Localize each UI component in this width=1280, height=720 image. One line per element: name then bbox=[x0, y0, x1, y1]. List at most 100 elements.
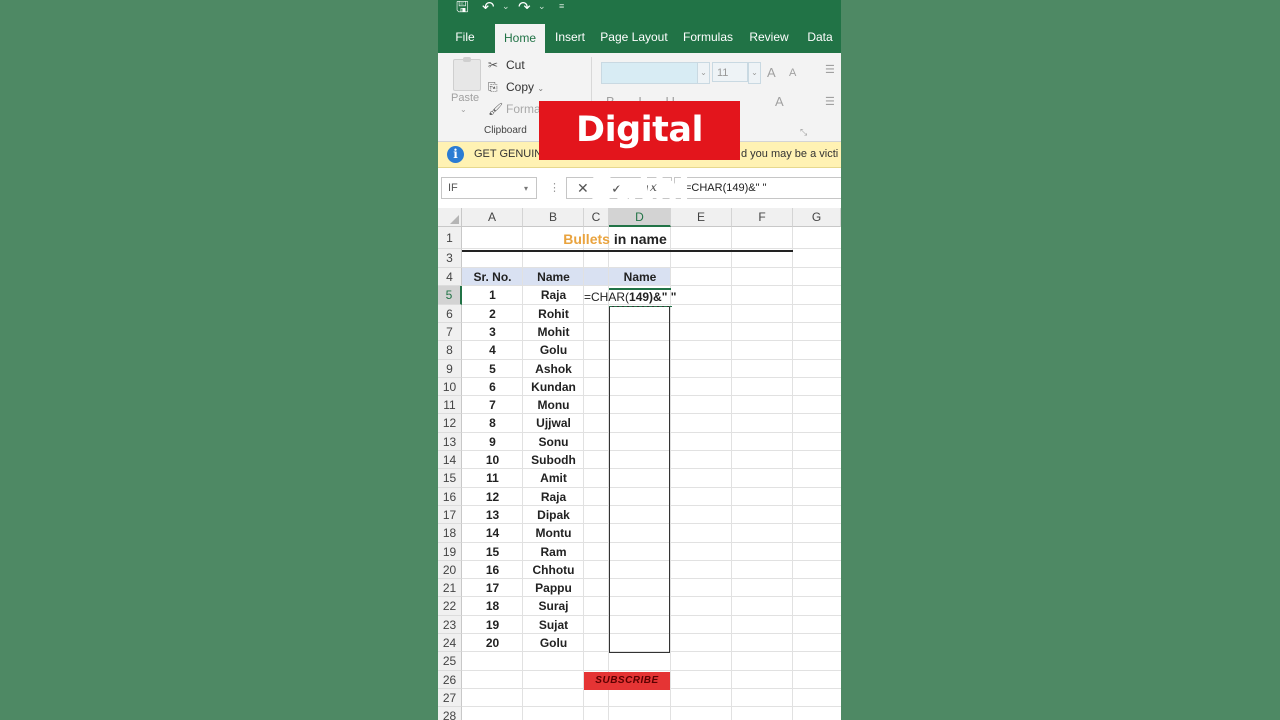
tab-formulas[interactable]: Formulas bbox=[679, 22, 737, 53]
cell-sr-no[interactable]: 10 bbox=[462, 451, 523, 469]
cell-name[interactable]: Monu bbox=[523, 396, 584, 414]
undo-dropdown-icon[interactable]: ⌄ bbox=[502, 1, 510, 12]
header-sr-no[interactable]: Sr. No. bbox=[462, 268, 523, 286]
dialog-launcher-icon[interactable]: ⤡ bbox=[800, 127, 807, 138]
cell-sr-no[interactable]: 1 bbox=[462, 286, 523, 305]
cell-sr-no[interactable]: 12 bbox=[462, 488, 523, 506]
cell-sr-no[interactable]: 3 bbox=[462, 323, 523, 341]
customize-qat-icon[interactable]: ≡ bbox=[559, 1, 564, 11]
font-name-box[interactable] bbox=[601, 62, 700, 84]
name-box[interactable]: IF bbox=[441, 177, 537, 199]
redo-dropdown-icon[interactable]: ⌄ bbox=[538, 1, 546, 12]
tab-home[interactable]: Home bbox=[495, 24, 545, 53]
row-header-11[interactable]: 11 bbox=[438, 396, 462, 414]
cut-button[interactable]: ✂ Cut bbox=[488, 58, 525, 72]
cell-name[interactable]: Subodh bbox=[523, 451, 584, 469]
shrink-font-button[interactable]: A bbox=[789, 67, 796, 79]
cell-sr-no[interactable]: 14 bbox=[462, 524, 523, 543]
cell-name[interactable]: Golu bbox=[523, 341, 584, 360]
redo-icon[interactable]: ↷ bbox=[518, 0, 531, 16]
column-header-a[interactable]: A bbox=[462, 208, 523, 227]
row-header-6[interactable]: 6 bbox=[438, 305, 462, 323]
cell-sr-no[interactable]: 7 bbox=[462, 396, 523, 414]
cell-sr-no[interactable]: 5 bbox=[462, 360, 523, 378]
tab-file[interactable]: File bbox=[448, 22, 482, 53]
cell-name[interactable]: Montu bbox=[523, 524, 584, 543]
cell-name[interactable]: Sujat bbox=[523, 616, 584, 634]
row-header-18[interactable]: 18 bbox=[438, 524, 462, 543]
column-header-b[interactable]: B bbox=[523, 208, 584, 227]
editing-cell-d5[interactable]: =CHAR(149)&" " bbox=[584, 290, 676, 304]
row-header-19[interactable]: 19 bbox=[438, 543, 462, 561]
font-name-dropdown-icon[interactable]: ⌄ bbox=[697, 62, 710, 84]
sheet-title[interactable]: Bullets in name bbox=[462, 229, 768, 249]
row-header-10[interactable]: 10 bbox=[438, 378, 462, 396]
column-header-f[interactable]: F bbox=[732, 208, 793, 227]
tab-insert[interactable]: Insert bbox=[550, 22, 590, 53]
cell-sr-no[interactable]: 9 bbox=[462, 433, 523, 451]
cell-sr-no[interactable]: 4 bbox=[462, 341, 523, 360]
select-all-corner[interactable] bbox=[438, 208, 462, 227]
copy-button[interactable]: ⎘ Copy ⌄ bbox=[488, 80, 544, 95]
cell-sr-no[interactable]: 16 bbox=[462, 561, 523, 579]
cell-name[interactable]: Suraj bbox=[523, 597, 584, 616]
font-size-dropdown-icon[interactable]: ⌄ bbox=[748, 62, 761, 84]
column-header-g[interactable]: G bbox=[793, 208, 841, 227]
row-header-23[interactable]: 23 bbox=[438, 616, 462, 634]
cell-sr-no[interactable]: 20 bbox=[462, 634, 523, 652]
cell-sr-no[interactable]: 6 bbox=[462, 378, 523, 396]
align-top-icon[interactable]: ☰ bbox=[825, 63, 835, 76]
cell-name[interactable]: Kundan bbox=[523, 378, 584, 396]
subscribe-button[interactable]: SUBSCRIBE bbox=[584, 672, 670, 690]
cell-name[interactable]: Rohit bbox=[523, 305, 584, 323]
cell-name[interactable]: Dipak bbox=[523, 506, 584, 524]
row-header-4[interactable]: 4 bbox=[438, 268, 462, 286]
row-header-20[interactable]: 20 bbox=[438, 561, 462, 579]
cell-name[interactable]: Ram bbox=[523, 543, 584, 561]
name-box-dropdown-icon[interactable]: ▾ bbox=[524, 184, 528, 193]
format-painter-button[interactable]: 🖌 Forma bbox=[488, 102, 541, 116]
font-color-button[interactable]: A bbox=[775, 94, 784, 109]
cell-sr-no[interactable]: 11 bbox=[462, 469, 523, 488]
cell-sr-no[interactable]: 8 bbox=[462, 414, 523, 433]
undo-icon[interactable]: ↶ bbox=[482, 0, 495, 16]
row-header-3[interactable]: 3 bbox=[438, 249, 462, 268]
row-header-25[interactable]: 25 bbox=[438, 652, 462, 671]
tab-review[interactable]: Review bbox=[746, 22, 792, 53]
header-name[interactable]: Name bbox=[523, 268, 584, 286]
cell-sr-no[interactable]: 15 bbox=[462, 543, 523, 561]
cell-name[interactable]: Ujjwal bbox=[523, 414, 584, 433]
row-header-17[interactable]: 17 bbox=[438, 506, 462, 524]
cell-name[interactable]: Ashok bbox=[523, 360, 584, 378]
cell-sr-no[interactable]: 13 bbox=[462, 506, 523, 524]
row-header-1[interactable]: 1 bbox=[438, 227, 462, 249]
paste-button[interactable]: Paste bbox=[451, 92, 479, 104]
row-header-28[interactable]: 28 bbox=[438, 707, 462, 720]
cell-name[interactable]: Golu bbox=[523, 634, 584, 652]
header-name-d[interactable]: Name bbox=[609, 268, 671, 286]
row-header-7[interactable]: 7 bbox=[438, 323, 462, 341]
font-size-box[interactable]: 11 bbox=[712, 62, 748, 82]
tab-page-layout[interactable]: Page Layout bbox=[598, 22, 670, 53]
cell-name[interactable]: Amit bbox=[523, 469, 584, 488]
cell-sr-no[interactable]: 2 bbox=[462, 305, 523, 323]
row-header-15[interactable]: 15 bbox=[438, 469, 462, 488]
row-header-14[interactable]: 14 bbox=[438, 451, 462, 469]
row-header-16[interactable]: 16 bbox=[438, 488, 462, 506]
align-left-icon[interactable]: ☰ bbox=[825, 95, 835, 108]
cell-sr-no[interactable]: 18 bbox=[462, 597, 523, 616]
paste-dropdown-icon[interactable]: ⌄ bbox=[460, 105, 467, 114]
save-icon[interactable]: 🖫 bbox=[456, 0, 469, 16]
cell-name[interactable]: Sonu bbox=[523, 433, 584, 451]
cell-sr-no[interactable]: 19 bbox=[462, 616, 523, 634]
cell-sr-no[interactable]: 17 bbox=[462, 579, 523, 597]
cell-name[interactable]: Chhotu bbox=[523, 561, 584, 579]
row-header-12[interactable]: 12 bbox=[438, 414, 462, 433]
row-header-9[interactable]: 9 bbox=[438, 360, 462, 378]
formula-bar-grip-icon[interactable]: ⋮ bbox=[549, 181, 560, 194]
cell-name[interactable]: Mohit bbox=[523, 323, 584, 341]
row-header-26[interactable]: 26 bbox=[438, 671, 462, 689]
tab-data[interactable]: Data bbox=[801, 22, 839, 53]
row-header-8[interactable]: 8 bbox=[438, 341, 462, 360]
cell-name[interactable]: Raja bbox=[523, 286, 584, 305]
